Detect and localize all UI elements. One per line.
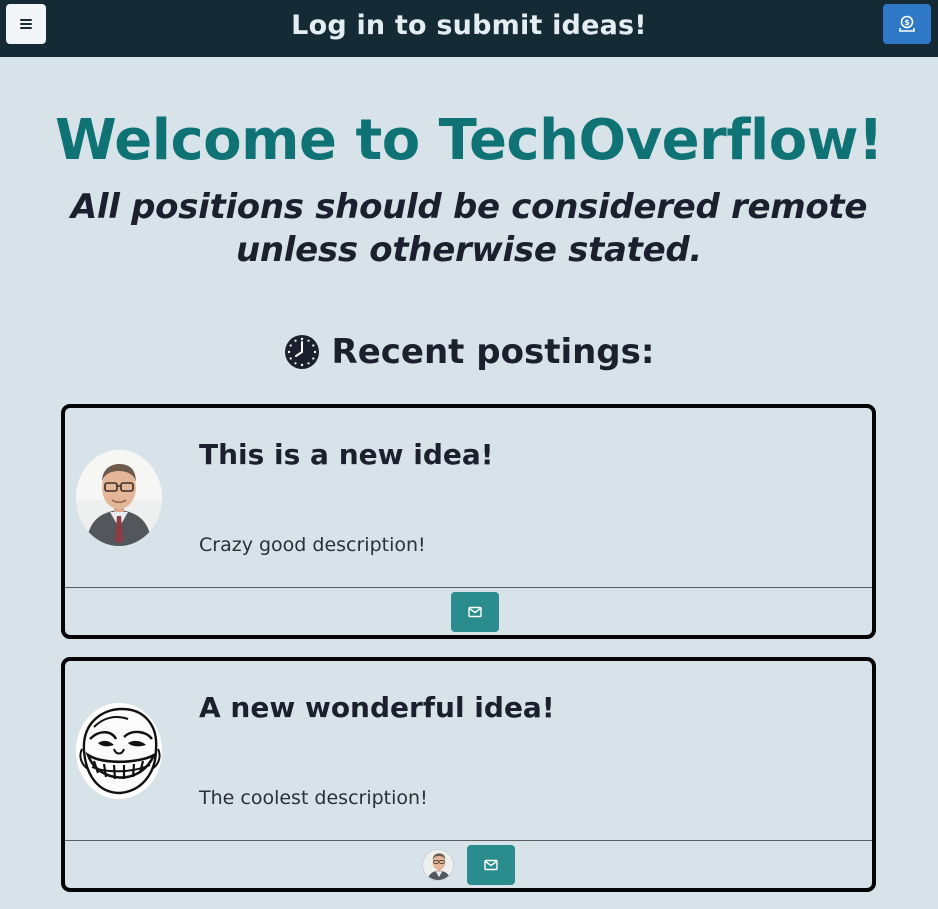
remote-notice: All positions should be considered remot… <box>70 187 868 270</box>
man-photo-avatar <box>76 450 162 546</box>
troll-face-avatar <box>76 703 162 799</box>
mail-icon <box>468 606 482 618</box>
posting-title: A new wonderful idea! <box>199 691 555 724</box>
contact-button[interactable] <box>467 845 515 885</box>
svg-text:$: $ <box>904 18 910 27</box>
posting-description: Crazy good description! <box>199 534 426 556</box>
recent-postings-heading: Recent postings: <box>0 332 938 372</box>
posting-footer <box>65 587 872 639</box>
posting-description: The coolest description! <box>199 787 428 809</box>
supporter-avatar[interactable] <box>422 849 454 881</box>
posting-card: A new wonderful idea! The coolest descri… <box>61 657 876 892</box>
mail-icon <box>484 859 498 871</box>
login-prompt[interactable]: Log in to submit ideas! <box>0 10 938 41</box>
top-bar: Log in to submit ideas! $ <box>0 0 938 57</box>
posting-title: This is a new idea! <box>199 438 494 471</box>
posting-card: This is a new idea! Crazy good descripti… <box>61 404 876 639</box>
donate-button[interactable]: $ <box>883 4 931 44</box>
clock-icon <box>284 335 319 369</box>
donate-icon: $ <box>899 15 915 32</box>
welcome-heading: Welcome to TechOverflow! <box>55 108 884 173</box>
recent-postings-label: Recent postings: <box>331 332 655 372</box>
contact-button[interactable] <box>451 592 499 632</box>
posting-footer <box>65 840 872 892</box>
